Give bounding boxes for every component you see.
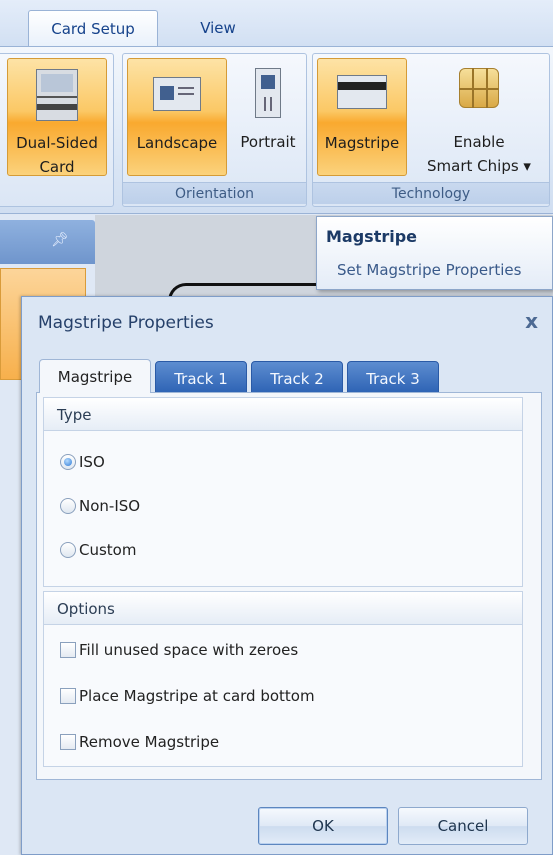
checkbox-fill-zeroes-box[interactable] [60, 642, 76, 658]
dock-panel-header: 📌︎ [0, 220, 95, 264]
radio-non-iso-label: Non-ISO [79, 497, 141, 515]
tab-card-setup[interactable]: Card Setup [28, 10, 158, 46]
cancel-button[interactable]: Cancel [398, 807, 528, 845]
tab-track-1[interactable]: Track 1 [155, 361, 247, 393]
landscape-button[interactable]: Landscape [127, 58, 227, 176]
dual-sided-label-line1: Dual-Sided [16, 134, 98, 152]
options-section: Options Fill unused space with zeroes Pl… [37, 591, 523, 767]
dialog-title: Magstripe Properties [38, 313, 214, 333]
radio-iso-label: ISO [79, 453, 105, 471]
ribbon-group-card: Dual-Sided Card [0, 53, 114, 207]
enable-smart-chips-button[interactable]: Enable Smart Chips ▾ [413, 58, 545, 176]
radio-non-iso-button[interactable] [60, 498, 76, 514]
tab-view[interactable]: View [176, 10, 260, 46]
dual-sided-card-button[interactable]: Dual-Sided Card [7, 58, 107, 176]
smart-chips-label-line1: Enable [453, 133, 505, 151]
ribbon-group-technology: Magstripe Enable Smart Chips ▾ Technolog… [312, 53, 550, 207]
tooltip-title: Magstripe [326, 227, 418, 246]
checkbox-remove-magstripe-box[interactable] [60, 734, 76, 750]
portrait-label: Portrait [240, 133, 296, 151]
portrait-card-icon [255, 68, 281, 118]
magstripe-tooltip: Magstripe Set Magstripe Properties [316, 216, 553, 290]
ribbon: Dual-Sided Card Landscape Portrait Orien… [0, 46, 553, 214]
ok-button[interactable]: OK [258, 807, 388, 845]
orientation-group-label: Orientation [123, 182, 306, 204]
type-section-body: ISO Non-ISO Custom [43, 431, 523, 587]
checkbox-fill-zeroes-label: Fill unused space with zeroes [79, 641, 299, 659]
magstripe-card-icon [337, 75, 387, 109]
smart-chips-label-line2: Smart Chips ▾ [427, 157, 531, 175]
magstripe-properties-dialog: Magstripe Properties x Magstripe Track 1… [21, 296, 553, 855]
checkbox-remove-magstripe-label: Remove Magstripe [79, 733, 220, 751]
checkbox-place-bottom-box[interactable] [60, 688, 76, 704]
landscape-label: Landscape [136, 134, 218, 152]
type-section: Type ISO Non-ISO Custom [37, 397, 523, 587]
pin-icon[interactable]: 📌︎ [51, 232, 69, 248]
close-icon[interactable]: x [525, 309, 538, 333]
ribbon-tab-strip: Card Setup View [0, 0, 553, 46]
tab-magstripe[interactable]: Magstripe [39, 359, 151, 393]
options-section-body: Fill unused space with zeroes Place Mags… [43, 625, 523, 767]
dual-sided-label-line2: Card [39, 158, 75, 176]
technology-group-label: Technology [313, 182, 549, 204]
radio-custom-button[interactable] [60, 542, 76, 558]
radio-iso-button[interactable] [60, 454, 76, 470]
magstripe-tab-panel: Type ISO Non-ISO Custom Options Fill unu… [36, 392, 542, 780]
checkbox-place-bottom-label: Place Magstripe at card bottom [79, 687, 315, 705]
landscape-card-icon [153, 77, 201, 111]
magstripe-button[interactable]: Magstripe [317, 58, 407, 176]
ribbon-group-orientation: Landscape Portrait Orientation [122, 53, 307, 207]
dual-sided-card-icon [36, 69, 78, 121]
portrait-button[interactable]: Portrait [231, 58, 305, 176]
tab-track-2[interactable]: Track 2 [251, 361, 343, 393]
options-section-header: Options [43, 591, 523, 625]
radio-custom-label: Custom [79, 541, 137, 559]
tooltip-body: Set Magstripe Properties [337, 261, 522, 279]
tab-track-3[interactable]: Track 3 [347, 361, 439, 393]
smart-chip-icon [459, 68, 499, 108]
magstripe-label: Magstripe [324, 134, 400, 152]
type-section-header: Type [43, 397, 523, 431]
